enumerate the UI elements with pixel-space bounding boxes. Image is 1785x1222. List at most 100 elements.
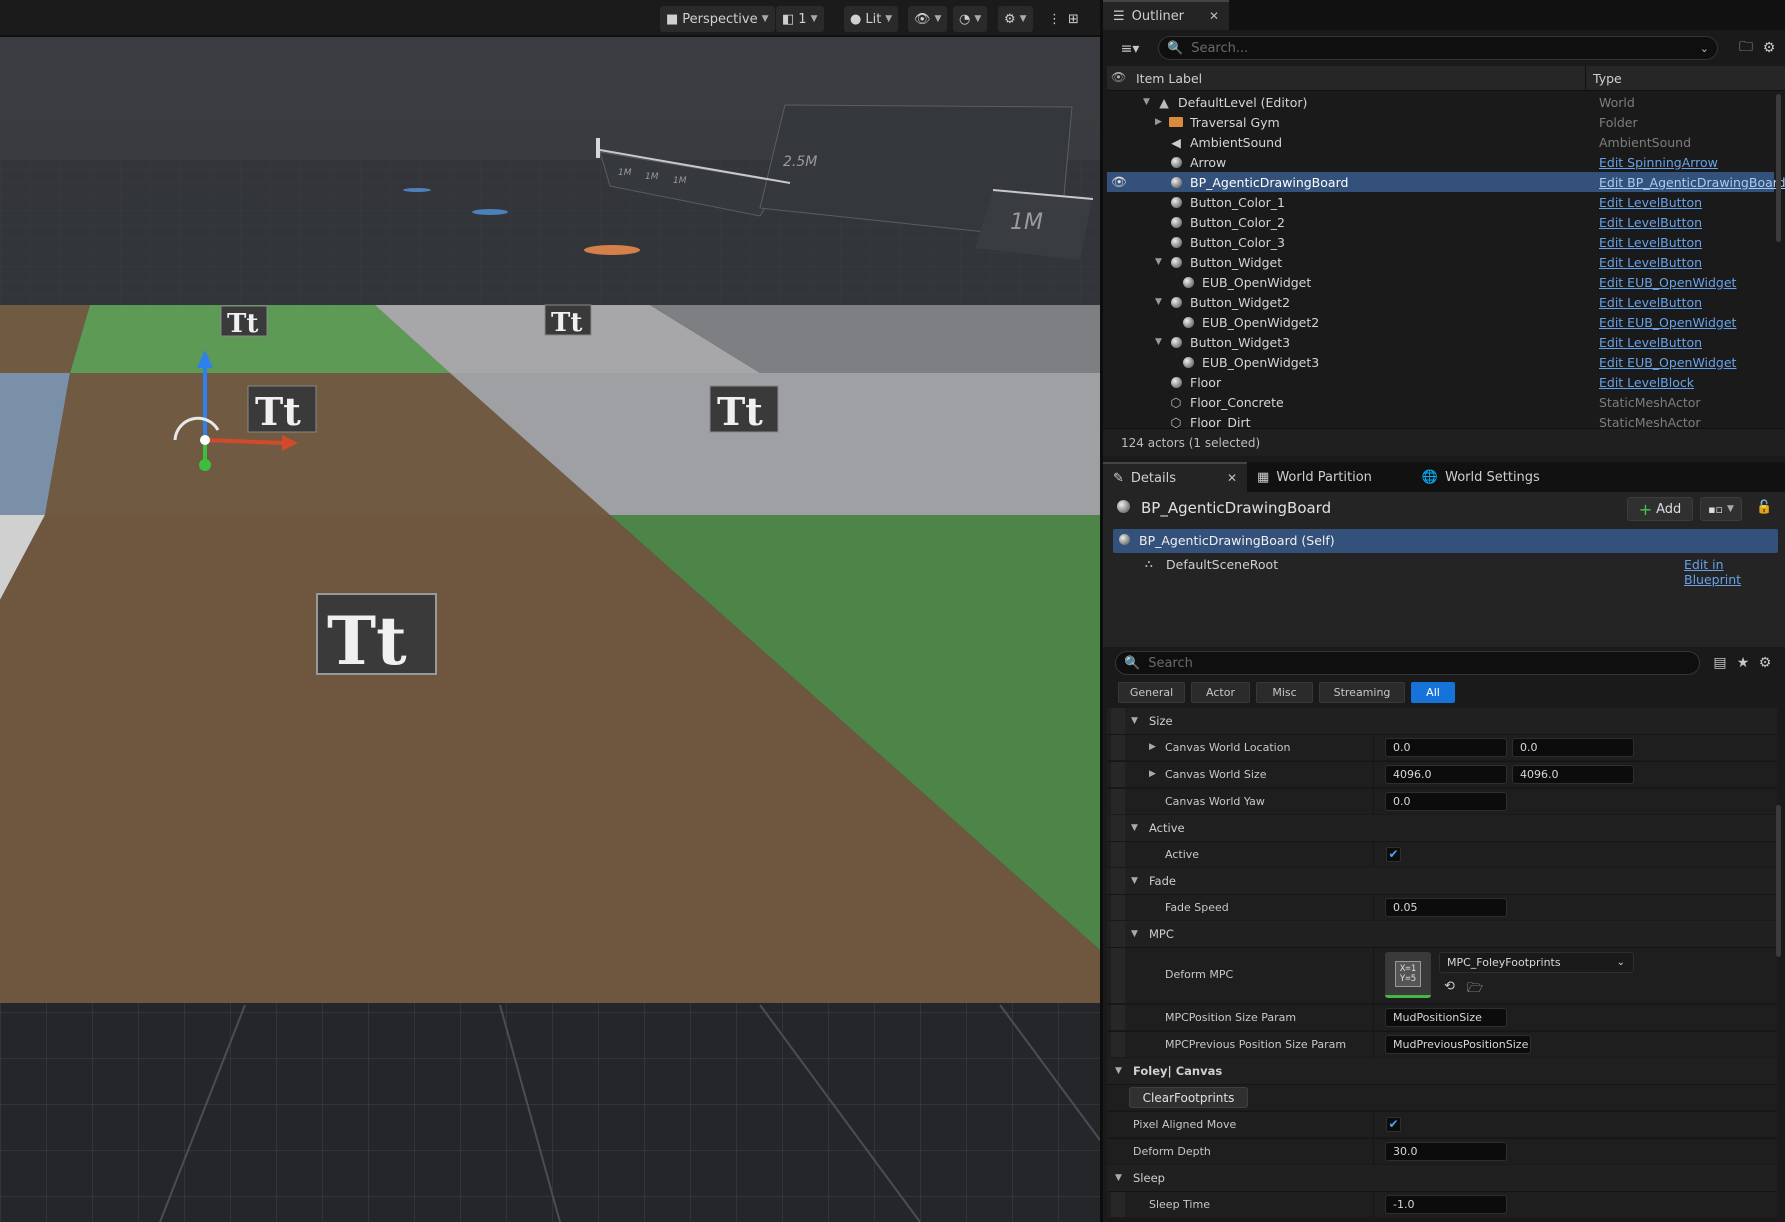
details-search-input[interactable]: 🔍 Search [1115, 651, 1700, 675]
outliner-search-input[interactable]: 🔍 Search... ⌄ [1158, 36, 1718, 60]
layout-button[interactable]: ⊞ [1068, 6, 1079, 32]
collapsed-arrow-icon[interactable]: ▶ [1155, 117, 1162, 127]
pixel-aligned-move-checkbox[interactable]: ✔ [1386, 1117, 1401, 1132]
outliner-row-button-color-3[interactable]: Button_Color_3 Edit LevelButton [1107, 232, 1774, 252]
blueprint-options-button[interactable]: ▪▫ ▼ [1700, 497, 1742, 521]
outliner-row-floor-dirt[interactable]: ⬡ Floor_Dirt StaticMeshActor [1107, 412, 1774, 429]
close-icon[interactable]: ✕ [1209, 9, 1219, 23]
section-fade[interactable]: ▼ Fade [1107, 868, 1777, 894]
collapsed-arrow-icon[interactable]: ▶ [1149, 769, 1156, 779]
deform-mpc-dropdown[interactable]: MPC_FoleyFootprints ⌄ [1439, 952, 1634, 973]
canvas-location-x-input[interactable]: 0.0 [1385, 738, 1507, 757]
row-type-link[interactable]: Edit LevelButton [1599, 215, 1702, 230]
outliner-row-traversal-gym[interactable]: ▶ Traversal Gym Folder [1107, 112, 1774, 132]
row-type-link[interactable]: Edit EUB_OpenWidget [1599, 355, 1736, 370]
close-icon[interactable]: ✕ [1227, 471, 1237, 485]
outliner-row-button-widget[interactable]: ▼ Button_Widget Edit LevelButton [1107, 252, 1774, 272]
category-tab-actor[interactable]: Actor [1191, 682, 1250, 703]
add-folder-button[interactable]: 🗀 [1736, 38, 1756, 58]
row-type-link[interactable]: Edit LevelButton [1599, 195, 1702, 210]
active-checkbox[interactable]: ✔ [1386, 847, 1401, 862]
tab-details[interactable]: ✎ Details ✕ [1103, 462, 1248, 492]
category-tab-streaming[interactable]: Streaming [1319, 682, 1405, 703]
row-type-link[interactable]: Edit LevelBlock [1599, 375, 1694, 390]
eye-icon[interactable]: 👁 [1111, 174, 1127, 190]
column-item-label[interactable]: Item Label [1136, 71, 1202, 86]
settings-button[interactable]: ⚙ ▼ [998, 6, 1033, 32]
more-options-button[interactable]: ⋮ [1048, 6, 1061, 32]
level-viewport[interactable]: 2.5M 1M 1M 1M 1M Tt Tt Tt Tt Tt ■ Perspe… [0, 0, 1100, 1222]
performance-button[interactable]: ◔ ▼ [953, 6, 988, 32]
collapsed-arrow-icon[interactable]: ▶ [1149, 742, 1156, 752]
outliner-row-bp-agenticdrawingboard[interactable]: 👁 BP_AgenticDrawingBoard Edit BP_Agentic… [1107, 172, 1785, 192]
details-actor-name[interactable]: BP_AgenticDrawingBoard [1141, 499, 1331, 517]
deform-depth-input[interactable]: 30.0 [1385, 1142, 1507, 1161]
canvas-size-x-input[interactable]: 4096.0 [1385, 765, 1507, 784]
outliner-row-button-color-1[interactable]: Button_Color_1 Edit LevelButton [1107, 192, 1774, 212]
row-type-link[interactable]: Edit LevelButton [1599, 255, 1702, 270]
column-type[interactable]: Type [1593, 71, 1622, 86]
category-tab-misc[interactable]: Misc [1256, 682, 1313, 703]
component-self-row[interactable]: BP_AgenticDrawingBoard (Self) [1113, 529, 1778, 553]
canvas-location-y-input[interactable]: 0.0 [1512, 738, 1634, 757]
row-type-link[interactable]: Edit BP_AgenticDrawingBoard [1599, 175, 1785, 190]
outliner-row-arrow[interactable]: Arrow Edit SpinningArrow [1107, 152, 1774, 172]
expanded-arrow-icon[interactable]: ▼ [1155, 257, 1162, 267]
show-button[interactable]: 👁 ▼ [908, 6, 948, 32]
section-active[interactable]: ▼ Active [1107, 815, 1777, 841]
outliner-row-button-widget3[interactable]: ▼ Button_Widget3 Edit LevelButton [1107, 332, 1774, 352]
fade-speed-input[interactable]: 0.05 [1385, 898, 1507, 917]
perspective-button[interactable]: ■ Perspective ▼ [660, 6, 775, 32]
details-settings-button[interactable]: ⚙ [1755, 653, 1775, 673]
outliner-row-eub-openwidget3[interactable]: EUB_OpenWidget3 Edit EUB_OpenWidget [1107, 352, 1774, 372]
visibility-column-eye-icon[interactable]: 👁 [1111, 70, 1126, 84]
table-view-button[interactable]: ▤ [1710, 653, 1730, 673]
canvas-size-y-input[interactable]: 4096.0 [1512, 765, 1634, 784]
mpc-asset-thumbnail[interactable]: X=1 Y=5 [1385, 952, 1431, 998]
category-tab-all[interactable]: All [1411, 682, 1455, 703]
row-type-link[interactable]: Edit LevelButton [1599, 335, 1702, 350]
outliner-settings-button[interactable]: ⚙ [1759, 38, 1779, 58]
outliner-row-eub-openwidget2[interactable]: EUB_OpenWidget2 Edit EUB_OpenWidget [1107, 312, 1774, 332]
viewport-scene[interactable]: 2.5M 1M 1M 1M 1M Tt Tt Tt Tt Tt [0, 0, 1100, 1222]
outliner-scrollbar[interactable] [1776, 94, 1781, 242]
outliner-row-eub-openwidget[interactable]: EUB_OpenWidget Edit EUB_OpenWidget [1107, 272, 1774, 292]
clear-footprints-button[interactable]: ClearFootprints [1129, 1087, 1248, 1108]
expanded-arrow-icon[interactable]: ▼ [1155, 297, 1162, 307]
expanded-arrow-icon[interactable]: ▼ [1143, 97, 1150, 107]
add-component-button[interactable]: + Add [1627, 497, 1693, 521]
favorites-button[interactable]: ★ [1733, 653, 1753, 673]
outliner-row-floor-concrete[interactable]: ⬡ Floor_Concrete StaticMeshActor [1107, 392, 1774, 412]
row-type-link[interactable]: Edit SpinningArrow [1599, 155, 1718, 170]
outliner-row-button-color-2[interactable]: Button_Color_2 Edit LevelButton [1107, 212, 1774, 232]
outliner-row-floor[interactable]: Floor Edit LevelBlock [1107, 372, 1774, 392]
section-foley-canvas[interactable]: ▼ Foley| Canvas [1107, 1058, 1777, 1084]
details-scrollbar[interactable] [1776, 805, 1781, 957]
row-type-link[interactable]: Edit LevelButton [1599, 295, 1702, 310]
camera-count-button[interactable]: ◧ 1 ▼ [776, 6, 824, 32]
tab-world-partition[interactable]: ▦ World Partition [1247, 462, 1382, 492]
browse-folder-icon[interactable]: 🗁 [1467, 979, 1483, 1001]
edit-in-blueprint-link[interactable]: Edit in Blueprint [1684, 557, 1778, 587]
mpc-position-size-param-input[interactable]: MudPositionSize [1385, 1008, 1507, 1027]
section-sleep[interactable]: ▼ Sleep [1107, 1165, 1777, 1191]
outliner-row-ambientsound[interactable]: ◀ AmbientSound AmbientSound [1107, 132, 1774, 152]
expanded-arrow-icon[interactable]: ▼ [1155, 337, 1162, 347]
component-scene-root-row[interactable]: ⛬ DefaultSceneRoot Edit in Blueprint [1113, 554, 1778, 587]
column-divider[interactable] [1585, 66, 1586, 91]
chevron-down-icon[interactable]: ⌄ [1700, 42, 1709, 55]
outliner-row-defaultlevel[interactable]: ▼ ▲ DefaultLevel (Editor) World [1107, 92, 1774, 112]
section-size[interactable]: ▼ Size [1107, 708, 1777, 734]
mpc-previous-position-size-param-input[interactable]: MudPreviousPositionSize [1385, 1035, 1531, 1054]
lit-button[interactable]: ● Lit ▼ [844, 6, 899, 32]
use-selected-icon[interactable]: ⟲ [1444, 979, 1455, 994]
lock-icon[interactable]: 🔓 [1756, 500, 1772, 515]
row-type-link[interactable]: Edit EUB_OpenWidget [1599, 275, 1736, 290]
row-type-link[interactable]: Edit EUB_OpenWidget [1599, 315, 1736, 330]
category-tab-general[interactable]: General [1118, 682, 1185, 703]
tab-outliner[interactable]: ☰ Outliner ✕ [1103, 0, 1230, 30]
section-mpc[interactable]: ▼ MPC [1107, 921, 1777, 947]
tab-world-settings[interactable]: 🌐 World Settings [1412, 462, 1550, 492]
canvas-yaw-input[interactable]: 0.0 [1385, 792, 1507, 811]
row-type-link[interactable]: Edit LevelButton [1599, 235, 1702, 250]
